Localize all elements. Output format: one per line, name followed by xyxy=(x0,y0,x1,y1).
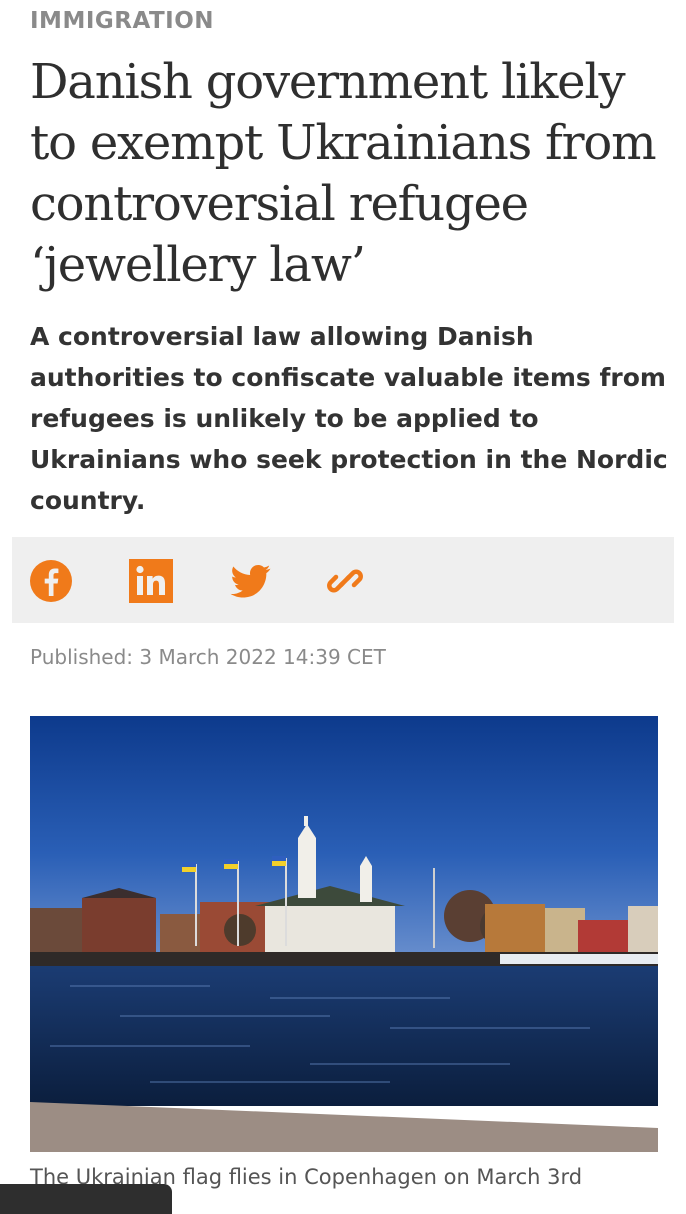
linkedin-icon[interactable] xyxy=(129,559,173,603)
bottom-overlay-bar[interactable] xyxy=(0,1184,172,1214)
article-photo xyxy=(30,716,658,1152)
share-bar xyxy=(12,537,674,623)
link-icon[interactable] xyxy=(323,559,367,603)
standfirst: A controversial law allowing Danish auth… xyxy=(30,322,668,515)
headline: Danish government likely to exempt Ukrai… xyxy=(30,54,657,293)
twitter-icon[interactable] xyxy=(229,559,273,603)
facebook-icon[interactable] xyxy=(29,559,73,603)
published-date: Published: 3 March 2022 14:39 CET xyxy=(30,645,386,669)
category-label[interactable]: IMMIGRATION xyxy=(30,8,214,34)
